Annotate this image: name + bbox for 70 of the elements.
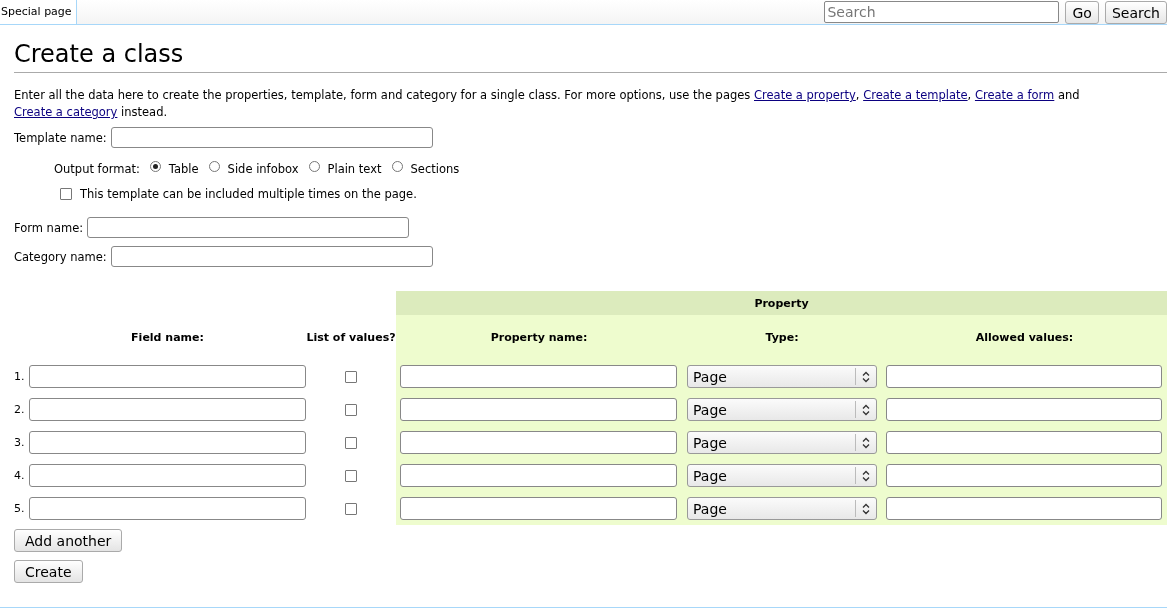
row-number: 5. bbox=[14, 502, 25, 515]
allowed-values-input[interactable] bbox=[886, 497, 1162, 520]
field-label: Category name: bbox=[14, 249, 107, 264]
special-page-tab[interactable]: Special page bbox=[0, 0, 77, 24]
allowed-values-input[interactable] bbox=[886, 398, 1162, 421]
allowed-values-input[interactable] bbox=[886, 431, 1162, 454]
radio-button[interactable] bbox=[391, 161, 403, 172]
radio-label: Plain text bbox=[327, 161, 382, 176]
type-select[interactable]: Page bbox=[687, 497, 877, 520]
form-button[interactable]: Create bbox=[14, 560, 83, 583]
checkbox[interactable] bbox=[345, 436, 357, 449]
checkbox-label: This template can be included multiple times on the page. bbox=[80, 187, 417, 201]
field-label: Form name: bbox=[14, 220, 84, 235]
radio-label: Table bbox=[168, 161, 199, 176]
allowed-values-input[interactable] bbox=[886, 365, 1162, 388]
form-name-field[interactable] bbox=[87, 217, 410, 238]
checkbox[interactable] bbox=[60, 188, 72, 200]
column-header: Property name: bbox=[490, 330, 588, 346]
column-header: List of values? bbox=[306, 330, 396, 346]
radio-label: Side infobox bbox=[227, 161, 299, 176]
template-name-field[interactable] bbox=[110, 127, 433, 148]
search-field[interactable]: Search bbox=[824, 1, 1060, 23]
field-label: Template name: bbox=[14, 130, 107, 145]
field-name-input[interactable] bbox=[29, 398, 306, 421]
checkbox[interactable] bbox=[345, 403, 357, 416]
page-link[interactable]: Create a template bbox=[863, 88, 968, 102]
caret-icon bbox=[862, 436, 870, 449]
caret-icon bbox=[862, 469, 870, 482]
radio-label: Sections bbox=[410, 161, 460, 176]
category-name-field[interactable] bbox=[110, 246, 433, 267]
property-name-input[interactable] bbox=[400, 431, 677, 454]
checkbox[interactable] bbox=[345, 502, 357, 515]
page-link[interactable]: Create a form bbox=[974, 88, 1055, 102]
row-number: 3. bbox=[14, 436, 25, 449]
caret-icon bbox=[862, 502, 870, 515]
type-select[interactable]: Page bbox=[687, 464, 877, 487]
form-button[interactable]: Add another bbox=[14, 529, 123, 552]
checkbox[interactable] bbox=[345, 370, 357, 383]
field-name-input[interactable] bbox=[29, 464, 306, 487]
field-name-input[interactable] bbox=[29, 497, 306, 520]
search-bar-button[interactable]: Go bbox=[1065, 1, 1099, 24]
page-link[interactable]: Create a property bbox=[754, 88, 856, 102]
type-select[interactable]: Page bbox=[687, 398, 877, 421]
checkbox[interactable] bbox=[345, 469, 357, 482]
column-header: Allowed values: bbox=[975, 330, 1074, 346]
property-name-input[interactable] bbox=[400, 497, 677, 520]
column-header: Field name: bbox=[131, 330, 204, 346]
page-link[interactable]: Create a category bbox=[14, 105, 118, 119]
type-select[interactable]: Page bbox=[687, 431, 877, 454]
radio-button[interactable] bbox=[208, 161, 220, 172]
property-name-input[interactable] bbox=[400, 398, 677, 421]
type-select[interactable]: Page bbox=[687, 365, 877, 388]
row-number: 4. bbox=[14, 469, 25, 482]
property-name-input[interactable] bbox=[400, 365, 677, 388]
row-number: 1. bbox=[14, 370, 25, 383]
field-label: Output format: bbox=[54, 161, 140, 176]
allowed-values-input[interactable] bbox=[886, 464, 1162, 487]
radio-button[interactable] bbox=[149, 161, 161, 172]
row-number: 2. bbox=[14, 403, 25, 416]
field-name-input[interactable] bbox=[29, 365, 306, 388]
caret-icon bbox=[862, 403, 870, 416]
intro-paragraph: Enter all the data here to create the properties, template, form and category for a single class. For more options, use the pages Create a property, Create a template, Create a form and Create a category instead. bbox=[14, 87, 1081, 121]
column-header: Type: bbox=[765, 330, 799, 346]
caret-icon bbox=[862, 370, 870, 383]
search-bar-button[interactable]: Search bbox=[1104, 1, 1167, 24]
page-title: Create a class bbox=[14, 40, 1167, 73]
radio-button[interactable] bbox=[308, 161, 320, 172]
property-name-input[interactable] bbox=[400, 464, 677, 487]
property-group-header: Property bbox=[396, 291, 1167, 315]
field-name-input[interactable] bbox=[29, 431, 306, 454]
